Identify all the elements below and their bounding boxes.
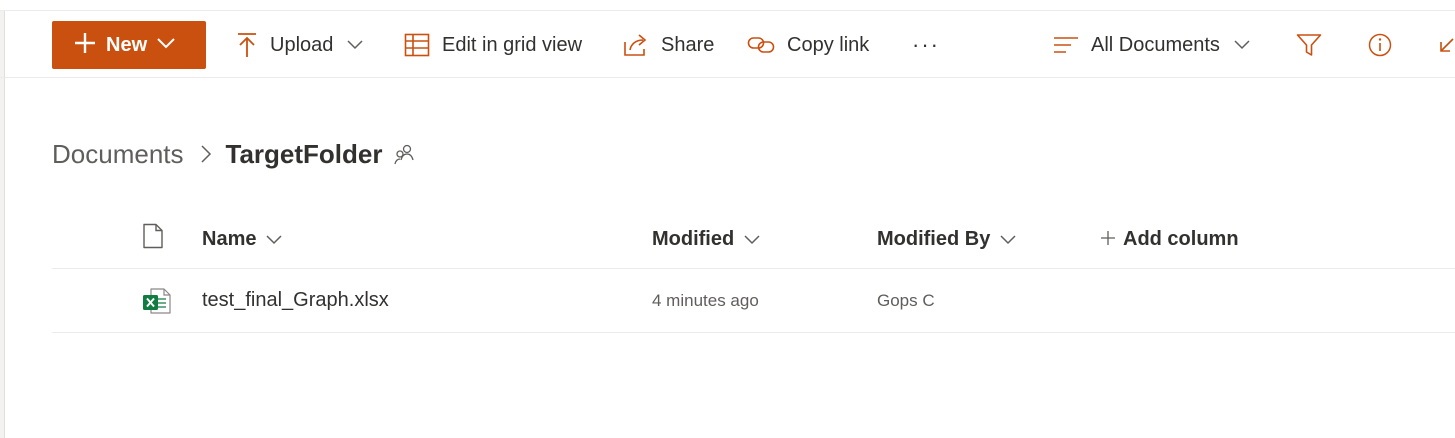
link-icon bbox=[747, 35, 775, 55]
share-icon bbox=[623, 33, 649, 57]
file-type-column-header[interactable] bbox=[142, 210, 164, 268]
modified-by-column-label: Modified By bbox=[877, 227, 991, 250]
share-label: Share bbox=[661, 33, 715, 56]
info-icon bbox=[1368, 33, 1392, 57]
expand-arrow-icon bbox=[1438, 33, 1455, 57]
breadcrumb-documents-link[interactable]: Documents bbox=[52, 139, 184, 170]
chevron-down-icon bbox=[157, 36, 175, 54]
list-header: Name Modified Modified By Add column bbox=[52, 210, 1455, 269]
modified-time: 4 minutes ago bbox=[652, 290, 759, 310]
table-row[interactable]: test_final_Graph.xlsx 4 minutes ago Gops… bbox=[52, 269, 1455, 333]
excel-file-icon bbox=[142, 269, 172, 332]
shared-people-icon[interactable] bbox=[394, 143, 415, 165]
name-column-header[interactable]: Name bbox=[202, 210, 283, 268]
chevron-down-icon bbox=[266, 228, 283, 251]
file-name-link[interactable]: test_final_Graph.xlsx bbox=[202, 289, 389, 312]
chevron-right-icon bbox=[200, 144, 212, 164]
plus-icon bbox=[74, 32, 96, 59]
copy-link-label: Copy link bbox=[787, 33, 870, 56]
more-icon: ··· bbox=[912, 32, 940, 57]
upload-button[interactable]: Upload bbox=[236, 21, 363, 69]
copy-link-button[interactable]: Copy link bbox=[747, 21, 869, 69]
breadcrumb: Documents TargetFolder bbox=[52, 136, 415, 172]
command-bar: New Upload Edit in grid view Share Copy … bbox=[0, 11, 1455, 78]
add-column-button[interactable]: Add column bbox=[1101, 210, 1239, 268]
edit-grid-view-button[interactable]: Edit in grid view bbox=[404, 21, 582, 69]
grid-icon bbox=[404, 33, 430, 57]
document-icon bbox=[142, 223, 164, 255]
details-pane-button[interactable] bbox=[1368, 21, 1392, 69]
chevron-down-icon bbox=[1000, 228, 1016, 251]
modified-column-label: Modified bbox=[652, 227, 735, 250]
modified-by-user[interactable]: Gops C bbox=[877, 291, 935, 311]
share-button[interactable]: Share bbox=[623, 21, 714, 69]
modified-by-column-header[interactable]: Modified By bbox=[877, 210, 1016, 268]
view-switcher[interactable]: All Documents bbox=[1053, 21, 1250, 69]
new-button-label: New bbox=[106, 33, 148, 56]
name-column-label: Name bbox=[202, 227, 257, 250]
chevron-down-icon bbox=[1234, 40, 1250, 50]
filter-icon bbox=[1296, 33, 1322, 57]
edit-grid-view-label: Edit in grid view bbox=[442, 33, 583, 56]
view-options-icon bbox=[1053, 35, 1079, 55]
view-switcher-label: All Documents bbox=[1091, 33, 1220, 56]
add-column-label: Add column bbox=[1123, 227, 1239, 250]
upload-label: Upload bbox=[270, 33, 334, 56]
plus-icon bbox=[1101, 228, 1115, 251]
filter-button[interactable] bbox=[1296, 21, 1322, 69]
upload-arrow-icon bbox=[236, 32, 258, 58]
chevron-down-icon bbox=[347, 40, 363, 50]
breadcrumb-current-folder: TargetFolder bbox=[225, 138, 383, 169]
more-actions-button[interactable]: ··· bbox=[912, 21, 940, 69]
modified-column-header[interactable]: Modified bbox=[652, 210, 760, 268]
top-border bbox=[0, 0, 1455, 11]
chevron-down-icon bbox=[744, 228, 760, 251]
new-button[interactable]: New bbox=[52, 21, 206, 69]
expand-button[interactable] bbox=[1438, 21, 1455, 69]
